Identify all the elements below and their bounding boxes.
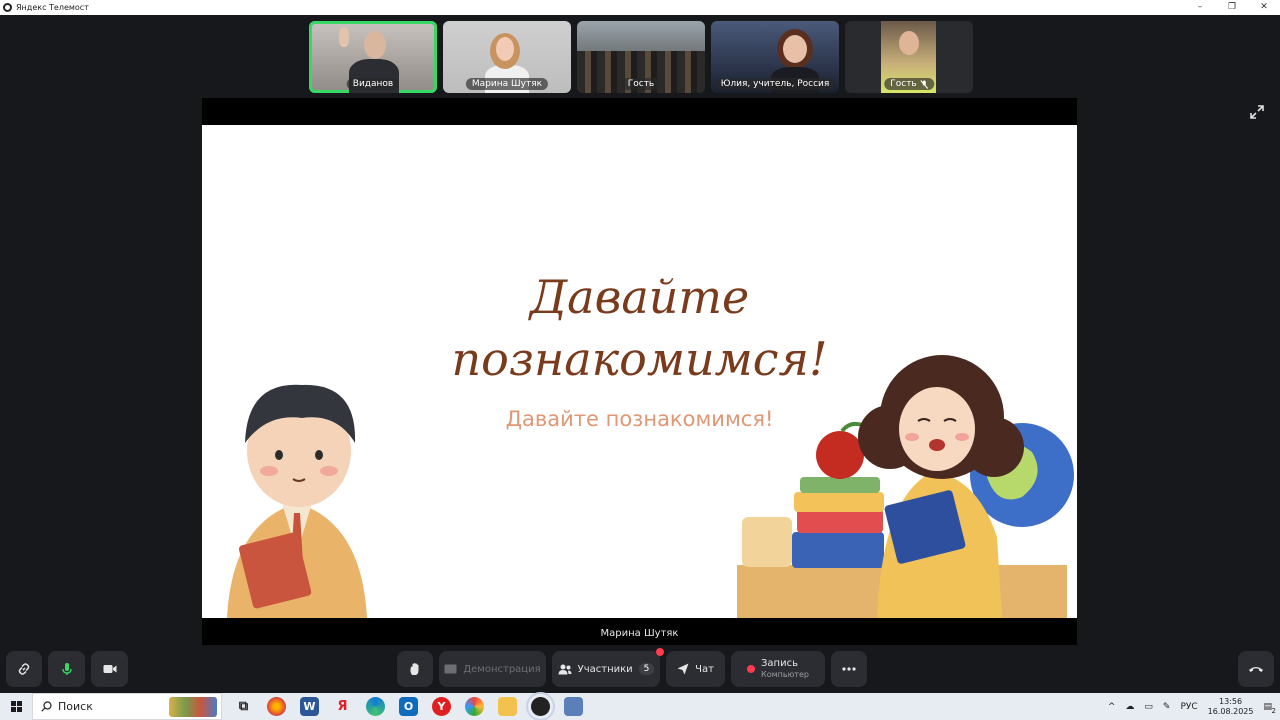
network-icon[interactable]: ▭ — [1144, 702, 1153, 712]
word-icon[interactable]: W — [300, 697, 319, 716]
hang-up-icon — [1249, 667, 1263, 672]
more-button[interactable] — [831, 651, 867, 687]
camera-button[interactable] — [91, 651, 128, 687]
search-highlight-image — [169, 696, 217, 717]
pen-icon[interactable]: ✎ — [1163, 702, 1171, 712]
participant-tile[interactable]: Гость — [577, 21, 705, 93]
record-button[interactable]: Запись Компьютер — [731, 651, 825, 687]
participant-tile[interactable]: Марина Шутяк — [443, 21, 571, 93]
taskbar-search[interactable]: Поиск — [32, 693, 222, 720]
chrome-icon[interactable] — [465, 697, 484, 716]
link-icon — [18, 663, 30, 675]
firefox-icon[interactable] — [267, 697, 286, 716]
fullscreen-button[interactable] — [1250, 105, 1266, 121]
windows-logo-icon — [10, 701, 22, 712]
record-dot-icon — [747, 665, 756, 673]
presenter-label: Марина Шутяк — [600, 628, 679, 639]
telemost-app-icon — [3, 3, 12, 12]
microphone-icon — [61, 663, 72, 675]
edge-icon[interactable] — [366, 697, 385, 716]
window-titlebar: Яндекс Телемост – ❐ ✕ — [0, 0, 1280, 15]
participant-face — [364, 31, 386, 59]
window-controls: – ❐ ✕ — [1184, 0, 1280, 15]
meeting-stage: Виданов Марина Шутяк Гость Юлия, учитель… — [0, 15, 1280, 693]
participant-name: Марина Шутяк — [465, 78, 549, 90]
start-button[interactable] — [0, 693, 32, 720]
participant-face — [783, 35, 807, 63]
network-app-icon[interactable] — [564, 697, 583, 716]
participant-tile[interactable]: Гость — [845, 21, 973, 93]
people-icon — [558, 664, 572, 674]
participant-strip: Виданов Марина Шутяк Гость Юлия, учитель… — [309, 21, 973, 93]
mic-muted-icon — [919, 79, 928, 89]
copy-link-button[interactable] — [6, 651, 42, 687]
chat-button[interactable]: Чат — [666, 651, 725, 687]
search-icon — [41, 701, 52, 712]
leave-call-button[interactable] — [1238, 651, 1274, 687]
task-view-icon[interactable]: ⧉ — [234, 697, 253, 716]
participant-tile[interactable]: Юлия, учитель, Россия — [711, 21, 839, 93]
participant-face — [496, 37, 514, 61]
hand-icon — [410, 663, 419, 675]
participants-count: 5 — [638, 663, 655, 675]
more-dots-icon — [842, 667, 856, 671]
send-icon — [677, 663, 689, 675]
raise-hand-button[interactable] — [397, 651, 433, 687]
presentation-slide: Давайте познакомимся! Давайте познакомим… — [202, 125, 1077, 618]
screen-share-icon — [444, 664, 457, 674]
participant-name: Гость — [884, 78, 934, 90]
camera-icon — [103, 665, 116, 673]
participant-name: Юлия, учитель, Россия — [714, 78, 836, 90]
chevron-up-icon[interactable]: ^ — [1108, 702, 1116, 712]
yandex-icon[interactable]: Я — [333, 697, 352, 716]
system-tray: ^ ☁ ▭ ✎ РУС 13:56 16.08.2025 ▤ 2 — [1108, 693, 1280, 720]
participant-name: Виданов — [346, 78, 400, 90]
close-window-button[interactable]: ✕ — [1248, 0, 1280, 15]
minimize-button[interactable]: – — [1184, 0, 1216, 15]
yandex-browser-icon[interactable]: Y — [432, 697, 451, 716]
participants-button[interactable]: Участники 5 — [552, 648, 664, 687]
boy-illustration — [227, 384, 367, 618]
outlook-icon[interactable]: O — [399, 697, 418, 716]
file-explorer-icon[interactable] — [498, 697, 517, 716]
notification-center-icon[interactable]: ▤ 2 — [1263, 702, 1276, 715]
maximize-button[interactable]: ❐ — [1216, 0, 1248, 15]
windows-taskbar: Поиск ⧉ W Я O Y ^ ☁ ▭ ✎ РУС 13:56 16.08.… — [0, 692, 1280, 720]
screen-share-button[interactable]: Демонстрация — [439, 651, 546, 687]
notification-dot — [656, 648, 664, 656]
participant-tile[interactable]: Виданов — [309, 21, 437, 93]
onedrive-icon[interactable]: ☁ — [1125, 702, 1134, 712]
microphone-button[interactable] — [48, 651, 85, 687]
participant-name: Гость — [621, 78, 661, 90]
taskbar-apps: ⧉ W Я O Y — [234, 692, 583, 720]
expand-icon — [1250, 105, 1264, 119]
window-title: Яндекс Телемост — [16, 3, 89, 12]
language-indicator[interactable]: РУС — [1180, 702, 1197, 712]
slide-title-line1: Давайте — [529, 270, 750, 324]
teacher-illustration — [737, 355, 1074, 618]
telemost-taskbar-icon[interactable] — [526, 692, 555, 720]
screen-share: Давайте познакомимся! Давайте познакомим… — [202, 98, 1077, 645]
participant-face — [899, 31, 919, 55]
waving-hand — [339, 27, 349, 47]
clock[interactable]: 13:56 16.08.2025 — [1208, 697, 1254, 717]
meeting-toolbar: Демонстрация Участники 5 Чат Запись Комп… — [0, 648, 1280, 689]
